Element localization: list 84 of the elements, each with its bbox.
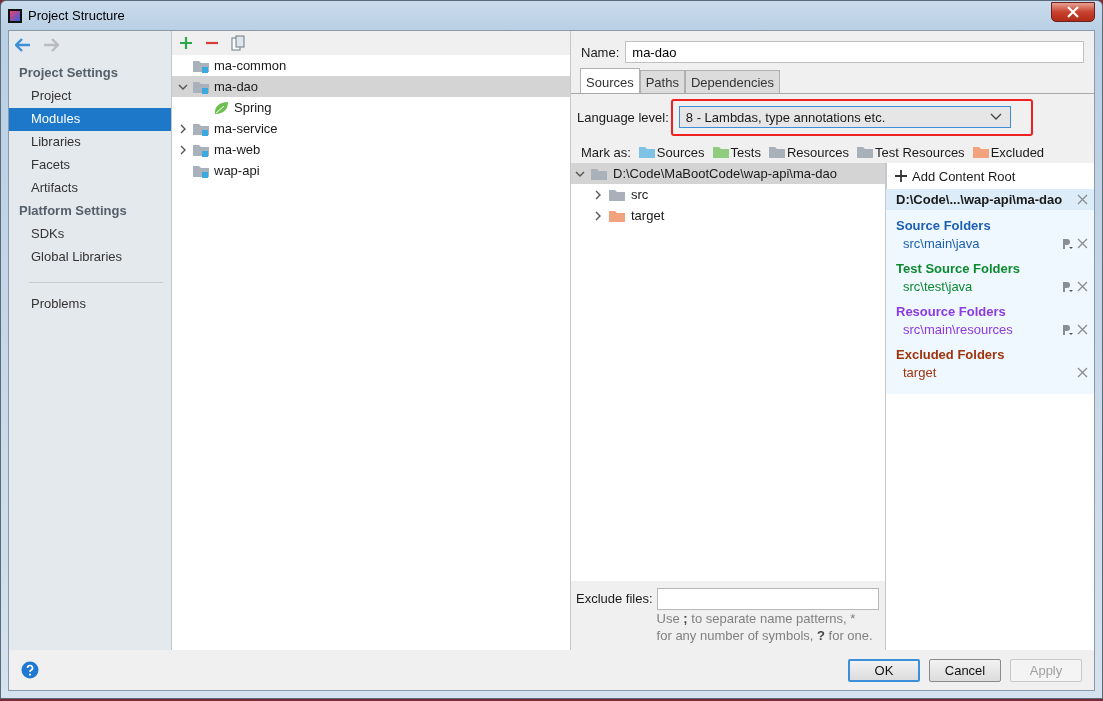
back-icon[interactable]: [15, 38, 31, 52]
tree-row[interactable]: ma-web: [172, 139, 570, 160]
mark-as-option[interactable]: Excluded: [972, 144, 1045, 160]
folder-path: src\main\resources: [903, 322, 1013, 337]
folder-path: target: [903, 365, 937, 380]
section-heading: Project Settings: [18, 64, 119, 82]
module-folder-icon: [193, 79, 209, 94]
module-folder-icon: [193, 163, 209, 178]
window-title: Project Structure: [28, 8, 125, 23]
exclude-files-field[interactable]: [656, 588, 879, 610]
sidebar-item[interactable]: Modules: [9, 108, 171, 131]
tree-label: target: [631, 208, 665, 223]
tree-row[interactable]: D:\Code\MaBootCode\wap-api\ma-dao: [571, 163, 885, 184]
leaf-icon: [213, 99, 229, 116]
tree-row[interactable]: ma-common: [172, 55, 570, 76]
tab[interactable]: Dependencies: [684, 70, 781, 93]
expand-icon: [593, 210, 603, 221]
app-icon: [8, 8, 22, 23]
module-folder-icon: [193, 142, 209, 157]
add-icon[interactable]: [179, 36, 193, 50]
tree-label: Spring: [234, 100, 272, 115]
close-icon[interactable]: [1077, 281, 1088, 292]
close-icon[interactable]: [1077, 367, 1088, 378]
tree-row[interactable]: src: [571, 184, 885, 205]
tree-row[interactable]: wap-api: [172, 160, 570, 181]
sidebar-item[interactable]: Problems: [9, 293, 171, 316]
tree-label: D:\Code\MaBootCode\wap-api\ma-dao: [613, 166, 837, 181]
language-level-dropdown[interactable]: 8 - Lambdas, type annotations etc.: [678, 106, 1011, 128]
folder-group-title: Excluded Folders: [886, 339, 1094, 363]
name-field[interactable]: ma-dao: [625, 41, 1084, 63]
mark-as-option[interactable]: Sources: [638, 144, 705, 160]
properties-icon[interactable]: [1062, 280, 1074, 293]
mark-as-option[interactable]: Resources: [768, 144, 850, 160]
expand-icon: [593, 189, 603, 200]
sidebar-item[interactable]: SDKs: [9, 223, 171, 246]
section-heading: Platform Settings: [18, 202, 128, 220]
plus-icon: [895, 170, 907, 182]
module-folder-icon: [193, 58, 209, 73]
tree-label: ma-service: [214, 121, 278, 136]
tree-row[interactable]: ma-service: [172, 118, 570, 139]
close-icon[interactable]: [1077, 324, 1088, 335]
tab[interactable]: Paths: [639, 70, 685, 93]
module-folder-icon: [193, 121, 209, 136]
mark-as-option[interactable]: Test Resources: [857, 144, 965, 160]
forward-icon[interactable]: [43, 38, 59, 52]
hint-text: Use ; to separate name patterns, *: [656, 610, 857, 627]
close-icon[interactable]: [1077, 238, 1088, 249]
mark-as-option[interactable]: Tests: [712, 144, 761, 160]
close-button[interactable]: [1051, 1, 1095, 22]
folder-group-title: Resource Folders: [886, 296, 1094, 320]
close-icon: [1067, 5, 1079, 18]
tree-label: ma-common: [214, 58, 287, 73]
tree-row[interactable]: target: [571, 205, 885, 226]
tree-label: wap-api: [214, 163, 260, 178]
sidebar-item[interactable]: Global Libraries: [9, 246, 171, 269]
sidebar-item[interactable]: Project: [9, 85, 171, 108]
language-level-label: Language level:: [577, 110, 669, 125]
dialog-button[interactable]: OK: [848, 658, 920, 682]
folder-icon: [591, 166, 607, 181]
copy-icon[interactable]: [231, 35, 245, 51]
hint-text: for any number of symbols, ? for one.: [656, 627, 874, 644]
sidebar-item[interactable]: Libraries: [9, 131, 171, 154]
caret-icon: [989, 113, 1002, 121]
content-root-path: D:\Code\...\wap-api\ma-dao: [896, 192, 1063, 207]
folder-group-title: Source Folders: [886, 210, 1094, 234]
folder-path: src\test\java: [903, 279, 973, 294]
help-icon[interactable]: [21, 661, 39, 679]
tree-label: ma-dao: [214, 79, 259, 94]
folder-path: src\main\java: [903, 236, 980, 251]
properties-icon[interactable]: [1062, 237, 1074, 250]
exclude-files-label: Exclude files:: [576, 590, 653, 608]
sidebar-item[interactable]: Facets: [9, 154, 171, 177]
tab[interactable]: Sources: [580, 68, 640, 93]
tree-row[interactable]: ma-dao: [172, 76, 570, 97]
sidebar-item[interactable]: Artifacts: [9, 177, 171, 200]
mark-as-label: Mark as:: [581, 144, 631, 160]
tree-row[interactable]: Spring: [172, 97, 570, 118]
name-label: Name:: [581, 44, 620, 60]
close-icon[interactable]: [1077, 194, 1088, 205]
properties-icon[interactable]: [1062, 323, 1074, 336]
dialog-button[interactable]: Cancel: [929, 658, 1001, 682]
tree-label: ma-web: [214, 142, 261, 157]
tree-label: src: [631, 187, 649, 202]
folder-group-title: Test Source Folders: [886, 253, 1094, 277]
